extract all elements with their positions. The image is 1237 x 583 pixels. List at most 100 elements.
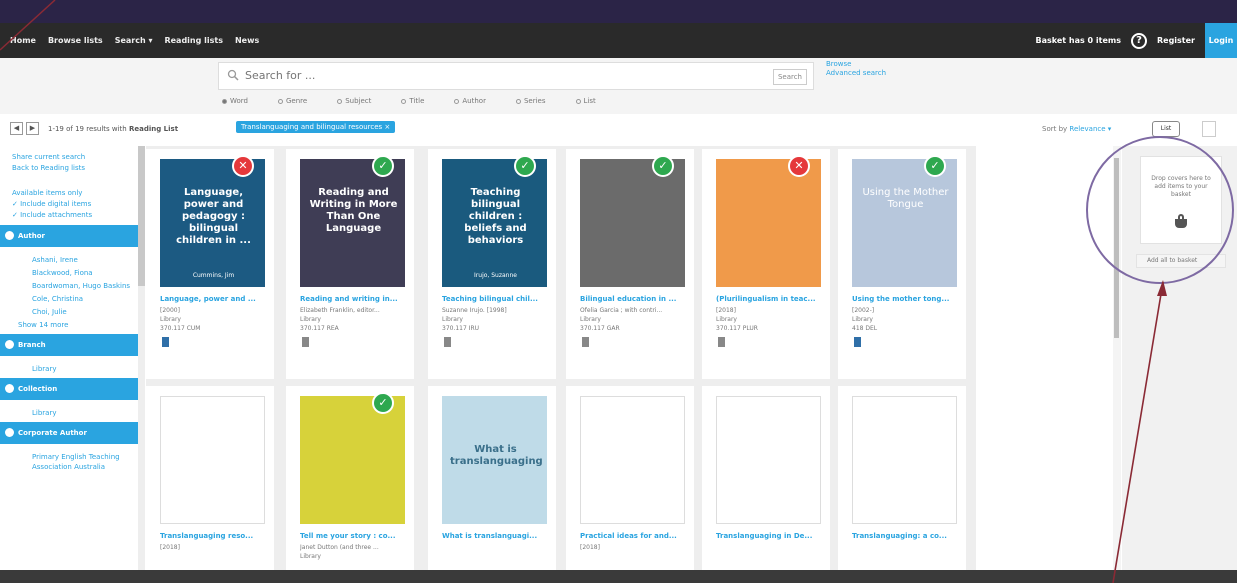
facet-branch[interactable]: Branch (0, 334, 138, 356)
nav-news[interactable]: News (235, 36, 259, 45)
sidebar-checkbox[interactable]: ✓ Include digital items (0, 199, 138, 210)
results-scrollbar-thumb[interactable] (1114, 158, 1119, 338)
prev-page-button[interactable]: ◀ (10, 122, 23, 135)
search-button[interactable]: Search (772, 69, 807, 85)
book-cover[interactable]: What is translanguaging (442, 396, 547, 524)
search-input[interactable] (245, 69, 745, 82)
search-option-subject[interactable]: Subject (337, 97, 371, 105)
nav-home[interactable]: Home (10, 36, 36, 45)
basket-link[interactable]: Basket has 0 items (1036, 36, 1121, 45)
card-title-link[interactable]: Teaching bilingual chil... (442, 295, 552, 303)
book-cover[interactable] (160, 396, 265, 524)
advanced-search-link[interactable]: Advanced search (826, 69, 886, 78)
sidebar-link[interactable]: Back to Reading lists (0, 163, 138, 174)
book-cover[interactable] (580, 159, 685, 287)
card-title-link[interactable]: Translanguaging reso... (160, 532, 270, 540)
card-title-link[interactable]: Translanguaging in De... (716, 532, 826, 540)
result-card[interactable]: Translanguaging reso... [2018] (146, 386, 274, 581)
sidebar-scrollbar-thumb[interactable] (138, 146, 145, 286)
help-icon[interactable]: ? (1130, 32, 1147, 49)
result-card[interactable]: Translanguaging in De... (702, 386, 830, 581)
facet-corporate-author[interactable]: Corporate Author (0, 422, 138, 444)
list-view-button[interactable]: List (1152, 121, 1180, 137)
cover-title: Using the Mother Tongue (862, 187, 949, 210)
search-option-genre[interactable]: Genre (278, 97, 307, 105)
facet-item[interactable]: Primary English Teaching Association Aus… (0, 452, 138, 472)
radio-dot-icon (222, 98, 227, 104)
card-title-link[interactable]: Practical ideas for and... (580, 532, 690, 540)
facet-author[interactable]: Author (0, 225, 138, 247)
browse-link[interactable]: Browse (826, 60, 886, 69)
card-meta: 370.117 IRU (442, 325, 480, 332)
card-title-link[interactable]: What is translanguagi... (442, 532, 552, 540)
result-card[interactable]: What is translanguaging What is translang… (428, 386, 556, 581)
book-cover[interactable]: Teaching bilingual children : beliefs an… (442, 159, 547, 287)
result-card[interactable]: Practical ideas for and... [2018] (566, 386, 694, 581)
register-link[interactable]: Register (1157, 36, 1195, 45)
result-card[interactable]: Teaching bilingual children : beliefs an… (428, 149, 556, 379)
book-cover[interactable] (580, 396, 685, 524)
next-page-button[interactable]: ▶ (26, 122, 39, 135)
sidebar-checkbox[interactable]: ✓ Include attachments (0, 210, 138, 221)
book-cover[interactable] (716, 159, 821, 287)
search-option-list[interactable]: List (575, 97, 596, 105)
book-cover[interactable]: Language, power and pedagogy : bilingual… (160, 159, 265, 287)
nav-search[interactable]: Search ▾ (115, 36, 153, 45)
result-card[interactable]: Translanguaging: a co... (838, 386, 966, 581)
available-check-icon: ✓ (372, 155, 394, 177)
facet-item[interactable]: Library (0, 408, 138, 418)
navbar: Home Browse lists Search ▾ Reading lists… (0, 23, 1237, 58)
facet-item[interactable]: Choi, Julie (0, 307, 138, 317)
facet-item[interactable]: Ashani, Irene (0, 255, 138, 265)
result-card[interactable]: ✕ (Plurilingualism in teac... [2018] Librar… (702, 149, 830, 379)
top-band (0, 0, 1237, 23)
card-title-link[interactable]: Language, power and ... (160, 295, 270, 303)
result-card[interactable]: Reading and Writing in More Than One Lan… (286, 149, 414, 379)
results-scrollbar[interactable] (1113, 146, 1121, 576)
search-option-series[interactable]: Series (515, 97, 546, 105)
nav-browse-lists[interactable]: Browse lists (48, 36, 103, 45)
facet-item[interactable]: Library (0, 364, 138, 374)
sidebar-scrollbar[interactable] (138, 146, 145, 583)
book-cover[interactable]: Using the Mother Tongue (852, 159, 957, 287)
facet-item[interactable]: Boardwoman, Hugo Baskins (0, 281, 138, 291)
card-title-link[interactable]: Translanguaging: a co... (852, 532, 962, 540)
search-option-author[interactable]: Author (454, 97, 486, 105)
result-card[interactable]: Using the Mother Tongue ✓ Using the mother… (838, 149, 966, 379)
basket-drop-zone[interactable]: Drop covers here to add items to your ba… (1140, 156, 1222, 244)
card-meta: Library (716, 316, 737, 323)
sort-select[interactable]: Relevance ▾ (1069, 125, 1111, 133)
nav-reading-lists[interactable]: Reading lists (164, 36, 223, 45)
available-items-toggle[interactable]: Available items only (0, 188, 138, 199)
result-card[interactable]: ✓ Bilingual education in ... Ofelia Garcia… (566, 149, 694, 379)
login-button[interactable]: Login (1205, 23, 1237, 58)
search-option-title[interactable]: Title (401, 97, 424, 105)
result-card[interactable]: ✓ Tell me your story : co... Janet Dutton … (286, 386, 414, 581)
facet-collection[interactable]: Collection (0, 378, 138, 400)
facet-item[interactable]: Cole, Christina (0, 294, 138, 304)
grid-view-button[interactable] (1202, 121, 1216, 137)
nav-right: Basket has 0 items ? Register Login (1036, 23, 1237, 58)
result-card[interactable]: Language, power and pedagogy : bilingual… (146, 149, 274, 379)
book-cover[interactable] (716, 396, 821, 524)
book-cover[interactable]: Reading and Writing in More Than One Lan… (300, 159, 405, 287)
radio-dot-icon (278, 98, 283, 104)
card-title-link[interactable]: Reading and writing in... (300, 295, 410, 303)
card-meta: 370.117 GAR (580, 325, 620, 332)
add-all-to-basket-button[interactable]: Add all to basket (1136, 254, 1226, 268)
card-title-link[interactable]: Using the mother tong... (852, 295, 962, 303)
card-title-link[interactable]: Bilingual education in ... (580, 295, 690, 303)
login-label: Login (1208, 36, 1234, 45)
book-cover[interactable] (852, 396, 957, 524)
card-title-link[interactable]: (Plurilingualism in teac... (716, 295, 826, 303)
facet-show-more[interactable]: Show 14 more (0, 320, 138, 330)
radio-dot-icon (575, 98, 581, 104)
sidebar-link[interactable]: Share current search (0, 152, 138, 163)
search-option-word[interactable]: Word (222, 97, 248, 105)
card-title-link[interactable]: Tell me your story : co... (300, 532, 410, 540)
filter-chip[interactable]: Translanguaging and bilingual resources … (236, 121, 396, 133)
unavailable-x-icon: ✕ (788, 155, 810, 177)
facet-item[interactable]: Blackwood, Fiona (0, 268, 138, 278)
book-cover[interactable] (300, 396, 405, 524)
search-option-label: Series (523, 97, 546, 105)
